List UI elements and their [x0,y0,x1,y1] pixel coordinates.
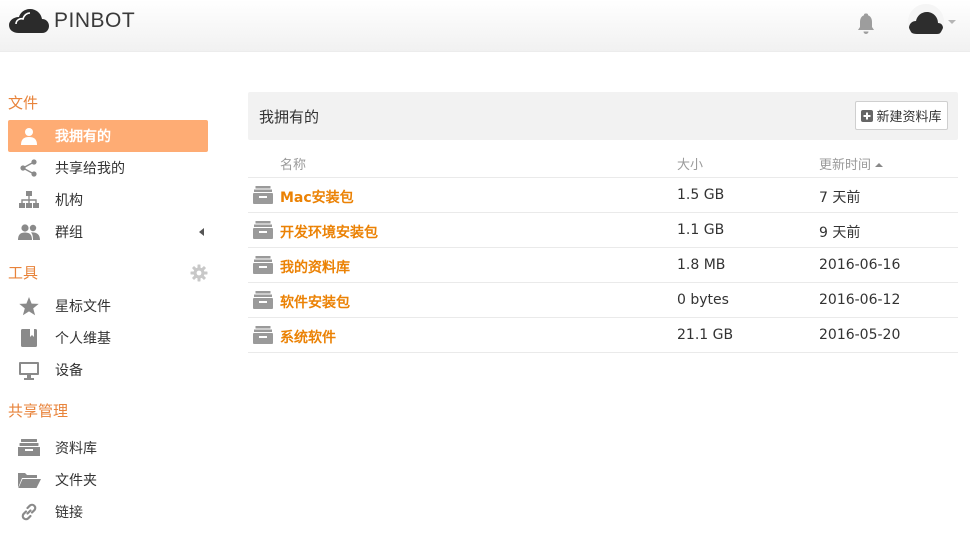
column-header-updated-label: 更新时间 [819,158,872,173]
sidebar-item-label: 设备 [55,363,83,379]
star-icon [16,295,42,317]
book-icon [16,327,42,349]
library-icon [253,326,273,344]
sidebar-item-label: 星标文件 [55,299,111,315]
library-icon [253,291,273,309]
logo-text: PINBOT [54,9,136,32]
sidebar-item-label: 共享给我的 [55,161,125,177]
cloud-icon [9,9,49,33]
plus-square-icon [861,109,874,122]
new-library-button[interactable]: 新建资料库 [855,101,948,130]
library-icon [253,186,273,204]
sidebar-item-shared-with-me[interactable]: 共享给我的 [8,152,208,184]
sidebar-item-org[interactable]: 机构 [8,184,208,216]
library-icon [253,221,273,239]
sidebar-item-libraries[interactable]: 资料库 [8,432,208,464]
link-icon [16,501,42,523]
sidebar-item-label: 链接 [55,505,83,521]
sidebar-item-label: 群组 [55,225,83,241]
avatar[interactable] [908,4,944,40]
gear-icon[interactable] [190,264,208,282]
library-icon [253,256,273,274]
library-updated: 9 天前 [819,225,861,241]
user-menu[interactable] [908,4,956,40]
table-row[interactable]: Mac安装包 1.5 GB 7 天前 [248,178,958,213]
sidebar-heading-tools: 工具 [8,260,208,290]
monitor-icon [16,359,42,381]
library-size: 1.1 GB [677,222,725,238]
folder-icon [16,469,42,491]
library-size: 21.1 GB [677,327,734,343]
column-header-updated[interactable]: 更新时间 [819,154,884,173]
library-name-link[interactable]: 我的资料库 [280,257,350,277]
org-icon [16,189,42,211]
share-icon [16,157,42,179]
library-name-link[interactable]: 软件安装包 [280,292,350,312]
sidebar-item-label: 文件夹 [55,473,97,489]
user-icon [16,125,42,147]
library-size: 1.8 MB [677,257,726,273]
library-updated: 2016-06-12 [819,292,901,308]
sidebar-heading-files: 文件 [8,94,39,112]
cloud-avatar [908,4,944,40]
library-name-link[interactable]: Mac安装包 [280,187,354,207]
top-header: PINBOT [0,0,970,52]
library-table: 名称 大小 更新时间 Mac安装包 1.5 GB 7 天前 开发环境安装包 1.… [248,145,958,353]
new-library-label: 新建资料库 [876,110,942,125]
table-row[interactable]: 我的资料库 1.8 MB 2016-06-16 [248,248,958,283]
sidebar: 文件 我拥有的 共享给我的 机构 群组 工具 星标文件 个人维基 设备 共享管理… [8,90,208,528]
sidebar-item-label: 资料库 [55,441,97,457]
group-icon [16,221,42,243]
bell-icon[interactable] [856,13,876,35]
sidebar-item-groups[interactable]: 群组 [8,216,208,248]
table-header: 名称 大小 更新时间 [248,145,958,178]
table-row[interactable]: 软件安装包 0 bytes 2016-06-12 [248,283,958,318]
library-updated: 2016-05-20 [819,327,901,343]
expand-arrow-icon[interactable] [199,228,204,236]
sidebar-heading-share-admin: 共享管理 [8,402,69,420]
sidebar-heading-label: 工具 [8,264,39,282]
library-updated: 2016-06-16 [819,257,901,273]
page-title: 我拥有的 [259,108,320,126]
library-size: 1.5 GB [677,187,725,203]
table-row[interactable]: 系统软件 21.1 GB 2016-05-20 [248,318,958,353]
sidebar-item-folders[interactable]: 文件夹 [8,464,208,496]
sidebar-item-label: 个人维基 [55,331,111,347]
panel-header: 我拥有的 新建资料库 [248,92,958,140]
sidebar-item-starred[interactable]: 星标文件 [8,290,208,322]
table-row[interactable]: 开发环境安装包 1.1 GB 9 天前 [248,213,958,248]
chevron-down-icon[interactable] [948,20,956,24]
library-updated: 7 天前 [819,190,861,206]
column-header-size[interactable]: 大小 [677,154,703,173]
sidebar-item-mine[interactable]: 我拥有的 [8,120,208,152]
library-name-link[interactable]: 系统软件 [280,327,336,347]
sidebar-item-label: 机构 [55,193,83,209]
sidebar-item-label: 我拥有的 [55,129,111,145]
library-name-link[interactable]: 开发环境安装包 [280,222,378,242]
sort-asc-icon[interactable] [875,163,884,167]
library-size: 0 bytes [677,292,729,308]
sidebar-item-links[interactable]: 链接 [8,496,208,528]
logo[interactable]: PINBOT [8,6,135,36]
column-header-name[interactable]: 名称 [280,154,306,173]
library-icon [16,437,42,459]
sidebar-item-devices[interactable]: 设备 [8,354,208,386]
sidebar-item-wiki[interactable]: 个人维基 [8,322,208,354]
